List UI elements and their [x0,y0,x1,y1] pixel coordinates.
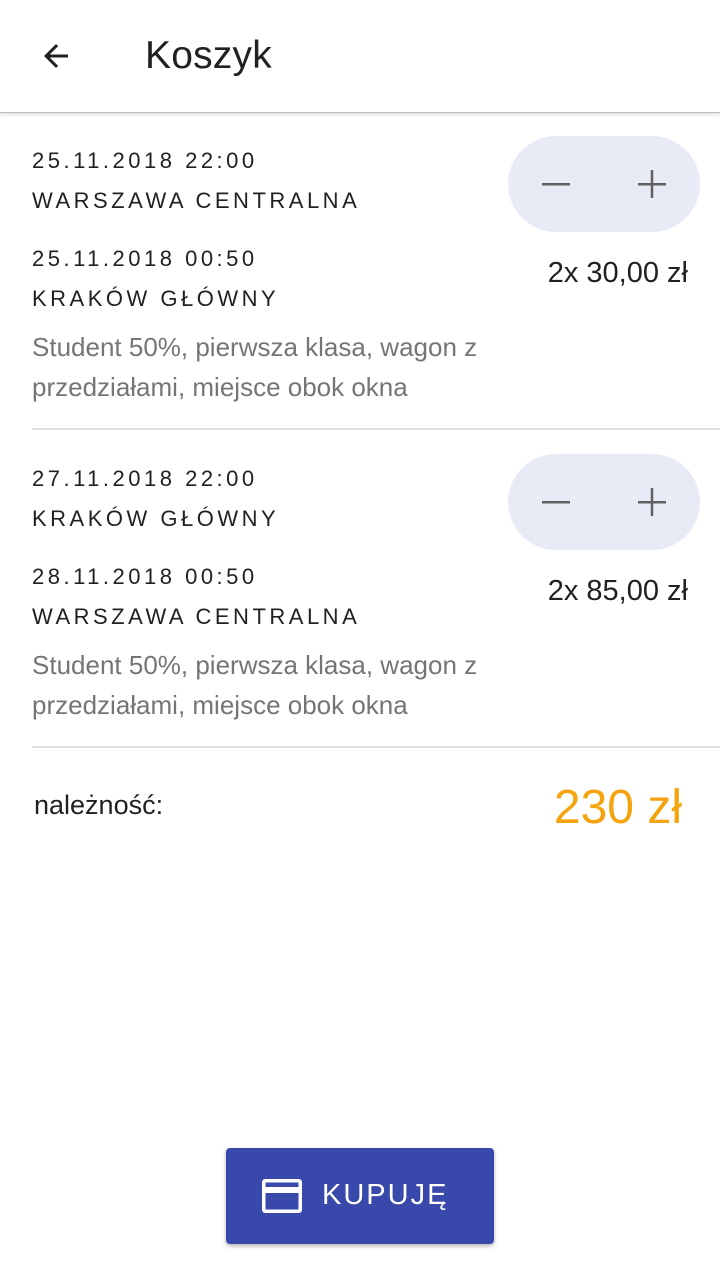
item-price: 2x 30,00 zł [547,257,688,289]
minus-icon [542,183,570,186]
arrow-left-icon [44,44,68,68]
page-title: Koszyk [145,34,272,77]
decrease-quantity-button[interactable] [508,454,604,550]
departure-datetime: 27.11.2018 22:00 [32,466,258,491]
arrival-station: KRAKÓW GŁÓWNY [32,286,280,311]
quantity-stepper [508,454,700,550]
increase-quantity-button[interactable] [604,136,700,232]
departure-station: WARSZAWA CENTRALNA [32,188,361,213]
total-label: należność: [34,790,164,820]
item-price: 2x 85,00 zł [547,575,688,607]
divider [32,746,720,748]
total-amount: 230 zł [553,781,682,834]
arrival-station: WARSZAWA CENTRALNA [32,604,361,629]
ticket-description: Student 50%, pierwsza klasa, wagon z prz… [32,332,478,402]
plus-icon [638,488,666,516]
buy-button[interactable]: KUPUJĘ [226,1148,494,1244]
cart-item: 27.11.2018 22:00 KRAKÓW GŁÓWNY 28.11.201… [0,430,720,748]
departure-datetime: 25.11.2018 22:00 [32,148,258,173]
quantity-stepper [508,136,700,232]
arrival-datetime: 28.11.2018 00:50 [32,564,258,589]
increase-quantity-button[interactable] [604,454,700,550]
credit-card-icon [262,1179,302,1213]
arrival-datetime: 25.11.2018 00:50 [32,246,258,271]
cart-item: 25.11.2018 22:00 WARSZAWA CENTRALNA 25.1… [0,112,720,430]
departure-station: KRAKÓW GŁÓWNY [32,506,280,531]
minus-icon [542,501,570,504]
decrease-quantity-button[interactable] [508,136,604,232]
cart-screen: Koszyk 25.11.2018 22:00 WARSZAWA CENTRAL… [0,0,720,1280]
app-bar: Koszyk [0,0,720,113]
back-button[interactable] [26,28,86,84]
buy-button-label: KUPUJĘ [322,1179,449,1211]
ticket-description: Student 50%, pierwsza klasa, wagon z prz… [32,650,478,720]
plus-icon [638,170,666,198]
